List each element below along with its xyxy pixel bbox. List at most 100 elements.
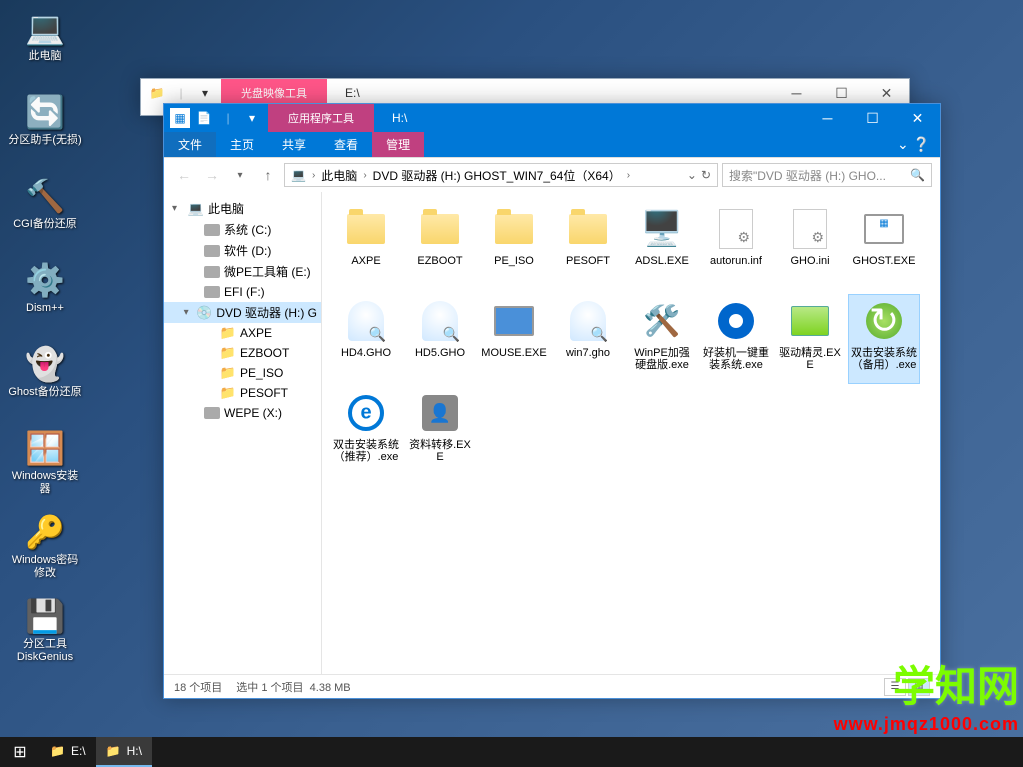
desktop-icon-CGI备份还原[interactable]: 🔨CGI备份还原 (8, 176, 82, 246)
tree-item[interactable]: 软件 (D:) (164, 240, 321, 261)
file-item[interactable]: AXPE (330, 202, 402, 292)
drive-icon (204, 222, 220, 238)
tree-item[interactable]: ▾💻此电脑 (164, 198, 321, 219)
tree-label: PESOFT (240, 386, 288, 400)
nav-forward-button[interactable]: → (200, 163, 224, 187)
desktop-icon-Ghost备份还原[interactable]: 👻Ghost备份还原 (8, 344, 82, 414)
tree-item[interactable]: ▾💿DVD 驱动器 (H:) G (164, 302, 321, 323)
file-item[interactable]: ↻双击安装系统（备用）.exe (848, 294, 920, 384)
ribbon-help-icon[interactable]: ⌄ ❔ (887, 136, 940, 153)
file-item[interactable]: PESOFT (552, 202, 624, 292)
desktop-app-icon: ⚙️ (25, 260, 65, 300)
file-item[interactable]: 🛠️WinPE加强硬盘版.exe (626, 294, 698, 384)
minimize-button[interactable]: ─ (805, 104, 850, 132)
tree-label: EFI (F:) (224, 285, 265, 299)
qat-dropdown[interactable]: ▾ (195, 83, 215, 103)
folder-icon: 📁 (106, 744, 121, 758)
context-tab-front[interactable]: 应用程序工具 (268, 104, 374, 132)
tree-label: PE_ISO (240, 366, 283, 380)
breadcrumb-root[interactable]: 此电脑 (317, 167, 361, 184)
file-item[interactable]: 驱动精灵.EXE (774, 294, 846, 384)
nav-back-button[interactable]: ← (172, 163, 196, 187)
tree-label: 此电脑 (208, 200, 244, 217)
desktop-icon-分区工具DiskGenius[interactable]: 💾分区工具DiskGenius (8, 596, 82, 666)
file-item[interactable]: autorun.inf (700, 202, 772, 292)
file-label: ADSL.EXE (635, 255, 689, 267)
desktop-icon-Dism++[interactable]: ⚙️ Dism++ (8, 260, 82, 330)
ribbon-tab-file[interactable]: 文件 (164, 132, 216, 157)
tree-item[interactable]: 📁PE_ISO (164, 363, 321, 383)
taskbar[interactable]: ⊞ 📁E:\📁H:\ (0, 737, 1023, 767)
file-item[interactable]: MOUSE.EXE (478, 294, 550, 384)
nav-up-button[interactable]: ↑ (256, 163, 280, 187)
ribbon-tab-home[interactable]: 主页 (216, 132, 268, 157)
file-item[interactable]: GHO.ini (774, 202, 846, 292)
title-bar-front[interactable]: ▦ 📄 | ▾ 应用程序工具 H:\ ─ ☐ ✕ (164, 104, 940, 132)
file-icon (490, 297, 538, 345)
file-item[interactable]: 🖥️ADSL.EXE (626, 202, 698, 292)
ribbon-tab-share[interactable]: 共享 (268, 132, 320, 157)
close-button[interactable]: ✕ (895, 104, 940, 132)
file-label: win7.gho (566, 347, 610, 359)
tree-label: WEPE (X:) (224, 406, 282, 420)
ribbon-tab-manage[interactable]: 管理 (372, 132, 424, 157)
file-icon (712, 205, 760, 253)
chevron-right-icon[interactable]: › (361, 170, 368, 181)
desktop-icon-Windows安装器[interactable]: 🪟Windows安装器 (8, 428, 82, 498)
tree-label: DVD 驱动器 (H:) G (216, 304, 317, 321)
desktop-icon-Windows密码修改[interactable]: 🔑Windows密码修改 (8, 512, 82, 582)
search-input[interactable]: 搜索"DVD 驱动器 (H:) GHO... 🔍 (722, 163, 932, 187)
taskbar-item[interactable]: 📁E:\ (40, 737, 96, 767)
content-pane[interactable]: AXPEEZBOOTPE_ISOPESOFT🖥️ADSL.EXEautorun.… (322, 192, 940, 674)
tree-label: 软件 (D:) (224, 242, 271, 259)
qat-props[interactable]: 📄 (194, 108, 214, 128)
file-label: 驱动精灵.EXE (777, 347, 843, 371)
search-icon[interactable]: 🔍 (910, 168, 925, 182)
file-item[interactable]: EZBOOT (404, 202, 476, 292)
desktop-icon-label: CGI备份还原 (13, 218, 77, 231)
breadcrumb-pc-icon[interactable]: 💻 (287, 168, 310, 182)
explorer-window-front[interactable]: ▦ 📄 | ▾ 应用程序工具 H:\ ─ ☐ ✕ 文件 主页 共享 查看 管理 … (163, 103, 941, 699)
file-item[interactable]: 双击安装系统（推荐）.exe (330, 386, 402, 476)
file-item[interactable]: win7.gho (552, 294, 624, 384)
desktop-icon-此电脑[interactable]: 💻此电脑 (8, 8, 82, 78)
chevron-right-icon[interactable]: › (310, 170, 317, 181)
taskbar-item[interactable]: 📁H:\ (96, 737, 152, 767)
desktop-app-icon: 🔑 (25, 512, 65, 552)
desktop-icon-label: Dism++ (26, 302, 64, 315)
start-button[interactable]: ⊞ (0, 737, 40, 767)
chevron-icon[interactable]: ▾ (184, 307, 193, 318)
breadcrumb[interactable]: 💻 › 此电脑 › DVD 驱动器 (H:) GHOST_WIN7_64位（X6… (284, 163, 718, 187)
watermark-url: www.jmqz1000.com (834, 714, 1019, 735)
tree-item[interactable]: 📁AXPE (164, 323, 321, 343)
desktop-icon-分区助手(无损)[interactable]: 🔄分区助手(无损) (8, 92, 82, 162)
file-icon (786, 205, 834, 253)
tree-item[interactable]: 📁EZBOOT (164, 343, 321, 363)
chevron-right-icon[interactable]: › (625, 170, 632, 181)
file-icon: ↻ (860, 297, 908, 345)
tree-item[interactable]: 微PE工具箱 (E:) (164, 261, 321, 282)
file-icon (564, 205, 612, 253)
file-item[interactable]: HD4.GHO (330, 294, 402, 384)
refresh-icon[interactable]: ↻ (701, 168, 711, 182)
file-item[interactable]: PE_ISO (478, 202, 550, 292)
breadcrumb-drive[interactable]: DVD 驱动器 (H:) GHOST_WIN7_64位（X64） (369, 167, 625, 184)
file-item[interactable]: HD5.GHO (404, 294, 476, 384)
address-dropdown-icon[interactable]: ⌄ (687, 168, 697, 182)
maximize-button[interactable]: ☐ (850, 104, 895, 132)
navigation-pane[interactable]: ▾💻此电脑系统 (C:) 软件 (D:) 微PE工具箱 (E:) EFI (F:) ▾💿… (164, 192, 322, 674)
tree-item[interactable]: WEPE (X:) (164, 403, 321, 423)
tree-label: AXPE (240, 326, 272, 340)
drive-icon (204, 264, 220, 280)
nav-history-dropdown[interactable]: ▾ (228, 163, 252, 187)
tree-item[interactable]: EFI (F:) (164, 282, 321, 302)
file-item[interactable]: 👤资料转移.EXE (404, 386, 476, 476)
file-item[interactable]: 好装机一键重装系统.exe (700, 294, 772, 384)
file-label: GHOST.EXE (853, 255, 916, 267)
chevron-icon[interactable]: ▾ (172, 203, 184, 214)
qat-dropdown[interactable]: ▾ (242, 108, 262, 128)
tree-item[interactable]: 📁PESOFT (164, 383, 321, 403)
tree-item[interactable]: 系统 (C:) (164, 219, 321, 240)
ribbon-tab-view[interactable]: 查看 (320, 132, 372, 157)
file-item[interactable]: ▦GHOST.EXE (848, 202, 920, 292)
